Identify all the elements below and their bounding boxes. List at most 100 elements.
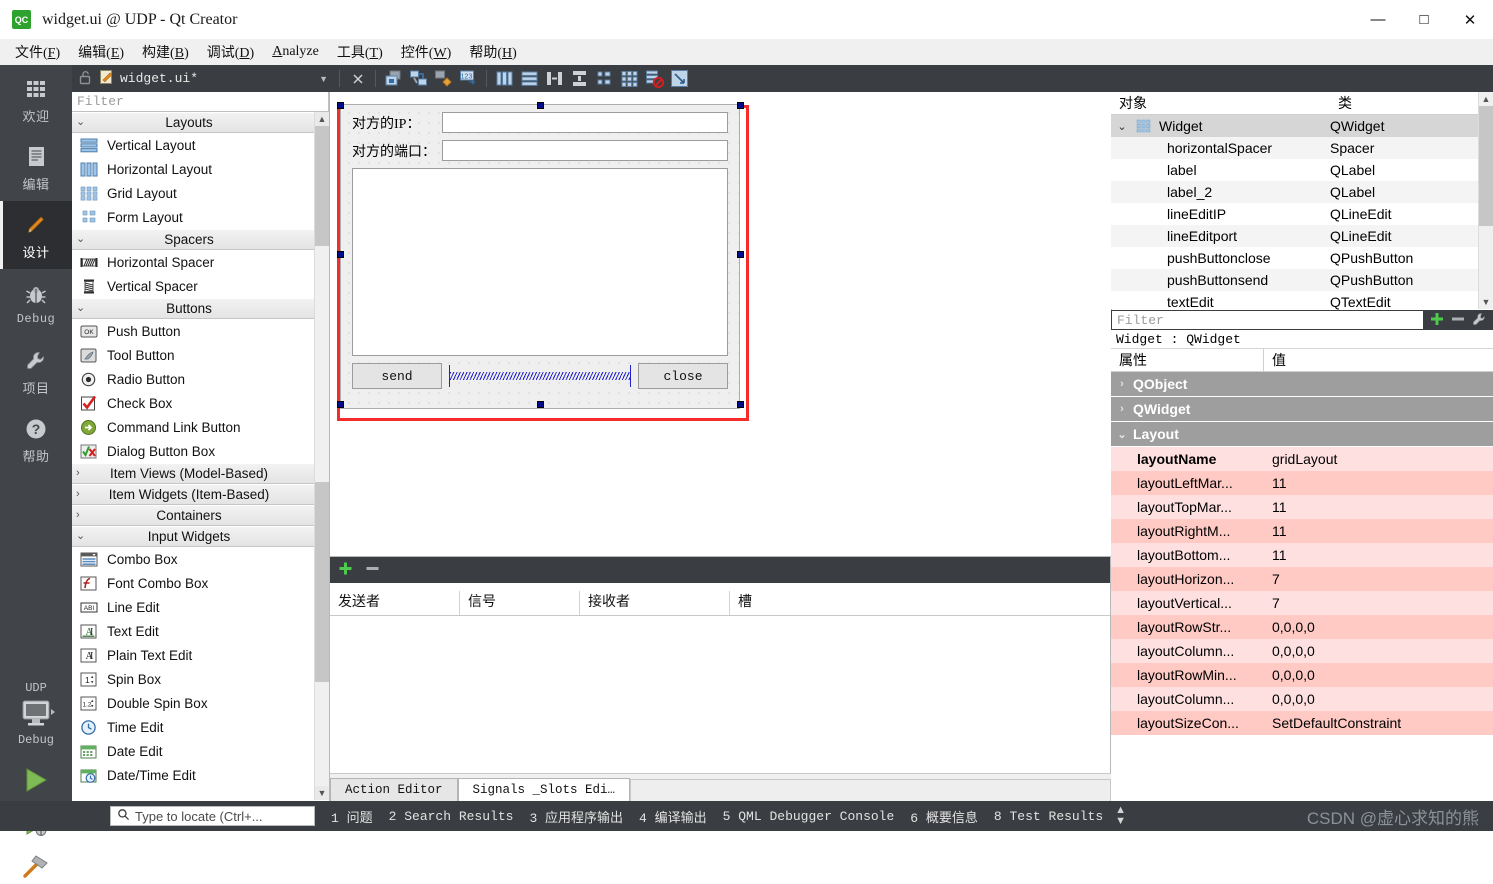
widget-item-line-edit[interactable]: ABI Line Edit [72,595,316,619]
object-row-lineEditport[interactable]: lineEditport QLineEdit [1111,225,1493,247]
widget-item-spin-box[interactable]: 1 Spin Box [72,667,316,691]
widget-item-dialog-button-box[interactable]: Dialog Button Box [72,439,316,463]
close-button[interactable]: ✕ [1447,0,1493,39]
mode-edit[interactable]: 编辑 [0,133,72,201]
widget-item-tool-button[interactable]: Tool Button [72,343,316,367]
menu-item-1[interactable]: 编辑(E) [69,39,133,65]
property-row-layoutRowMin[interactable]: layoutRowMin... 0,0,0,0 [1111,663,1493,687]
close-button[interactable]: close [638,363,728,389]
output-pane-6[interactable]: 8 Test Results [994,809,1103,824]
property-row-layoutColumn[interactable]: layoutColumn... 0,0,0,0 [1111,687,1493,711]
property-value-cell[interactable]: 7 [1264,571,1493,587]
output-pane-stepper[interactable]: ▲ ▼ [1115,805,1126,827]
widget-category-containers[interactable]: › Containers [72,505,316,526]
ss-column-header-1[interactable]: 信号 [460,591,580,615]
output-pane-4[interactable]: 5 QML Debugger Console [723,809,895,824]
bottom-tab-1[interactable]: Signals _Slots Edi… [457,778,631,801]
widget-item-radio-button[interactable]: Radio Button [72,367,316,391]
property-value-cell[interactable]: 0,0,0,0 [1264,619,1493,635]
widget-item-vertical-spacer[interactable]: Vertical Spacer [72,274,316,298]
property-row-layoutRowStr[interactable]: layoutRowStr... 0,0,0,0 [1111,615,1493,639]
object-row-label[interactable]: label QLabel [1111,159,1493,181]
object-row-label_2[interactable]: label_2 QLabel [1111,181,1493,203]
output-pane-1[interactable]: 2 Search Results [389,809,514,824]
scroll-thumb-lower[interactable] [315,482,329,682]
menu-item-7[interactable]: 帮助(H) [460,39,525,65]
maximize-button[interactable]: □ [1401,0,1447,39]
close-icon[interactable] [347,68,368,89]
property-value-cell[interactable]: 11 [1264,475,1493,491]
property-row-layoutColumn[interactable]: layoutColumn... 0,0,0,0 [1111,639,1493,663]
menu-item-2[interactable]: 构建(B) [133,39,198,65]
widget-item-push-button[interactable]: OK Push Button [72,319,316,343]
property-row-layoutTopMar[interactable]: layoutTopMar... 11 [1111,495,1493,519]
edit-signals-slots-icon[interactable] [408,68,429,89]
ss-column-header-3[interactable]: 槽 [730,591,1110,615]
mode-help[interactable]: ? 帮助 [0,405,72,473]
resize-handle-top-right[interactable] [737,102,744,109]
menu-item-4[interactable]: Analyze [263,41,328,63]
mode-debug[interactable]: Debug [0,269,72,337]
layout-vertically-icon[interactable] [519,68,540,89]
layout-splitter-h-icon[interactable] [544,68,565,89]
scroll-down-icon[interactable]: ▼ [315,786,329,800]
property-value-cell[interactable]: 0,0,0,0 [1264,667,1493,683]
widget-item-double-spin-box[interactable]: 1.2 Double Spin Box [72,691,316,715]
widget-item-time-edit[interactable]: Time Edit [72,715,316,739]
bottom-tab-0[interactable]: Action Editor [330,778,458,801]
adjust-size-icon[interactable] [669,68,690,89]
resize-handle-bottom-center[interactable] [537,401,544,408]
scroll-down-icon[interactable]: ▼ [1479,295,1493,309]
object-row-horizontalSpacer[interactable]: horizontalSpacer Spacer [1111,137,1493,159]
widget-category-item-widgets-item-based[interactable]: › Item Widgets (Item-Based) [72,484,316,505]
plus-icon[interactable] [338,561,353,579]
output-pane-2[interactable]: 3 应用程序输出 [529,807,623,826]
output-pane-3[interactable]: 4 编译输出 [639,807,707,826]
mode-projects[interactable]: 项目 [0,337,72,405]
property-value-cell[interactable]: 0,0,0,0 [1264,691,1493,707]
widget-item-combo-box[interactable]: Combo Box [72,547,316,571]
widget-item-check-box[interactable]: Check Box [72,391,316,415]
widget-item-grid-layout[interactable]: Grid Layout [72,181,316,205]
build-button[interactable] [20,851,52,884]
property-row-layoutBottom[interactable]: layoutBottom... 11 [1111,543,1493,567]
line-edit-port[interactable] [442,140,728,161]
minimize-button[interactable]: — [1355,0,1401,39]
chevron-down-icon[interactable]: ⌄ [1111,120,1133,133]
layout-splitter-v-icon[interactable] [569,68,590,89]
layout-grid-icon[interactable] [619,68,640,89]
signals-slots-rows[interactable] [330,616,1110,776]
edit-buddies-icon[interactable] [433,68,454,89]
widget-category-buttons[interactable]: ⌄ Buttons [72,298,316,319]
layout-form-icon[interactable] [594,68,615,89]
scroll-thumb[interactable] [1479,106,1493,226]
edit-widgets-icon[interactable] [383,68,404,89]
property-row-layoutRightM[interactable]: layoutRightM... 11 [1111,519,1493,543]
widget-box-scrollbar[interactable]: ▲ ▼ [314,112,329,800]
object-row-lineEditIP[interactable]: lineEditIP QLineEdit [1111,203,1493,225]
object-inspector-scrollbar[interactable]: ▲ ▼ [1478,92,1493,309]
property-group-layout[interactable]: ⌄ Layout [1111,422,1493,447]
unlocked-icon[interactable] [78,70,92,88]
send-button[interactable]: send [352,363,442,389]
minus-icon[interactable] [1451,312,1465,329]
property-value-cell[interactable]: 0,0,0,0 [1264,643,1493,659]
output-pane-0[interactable]: 1 问题 [331,807,373,826]
property-value-cell[interactable]: 7 [1264,595,1493,611]
widget-item-date-time-edit[interactable]: Date/Time Edit [72,763,316,787]
widget-category-item-views-model-based[interactable]: › Item Views (Model-Based) [72,463,316,484]
widget-box-filter[interactable]: Filter [72,92,329,112]
layout-horizontally-icon[interactable] [494,68,515,89]
widget-item-plain-text-edit[interactable]: A I Plain Text Edit [72,643,316,667]
widget-category-input-widgets[interactable]: ⌄ Input Widgets [72,526,316,547]
open-documents-combo[interactable]: widget.ui* ▼ [72,65,334,92]
property-value-cell[interactable]: SetDefaultConstraint [1264,715,1493,731]
property-value-cell[interactable]: 11 [1264,499,1493,515]
widget-item-font-combo-box[interactable]: Font Combo Box [72,571,316,595]
widget-item-horizontal-layout[interactable]: Horizontal Layout [72,157,316,181]
widget-category-layouts[interactable]: ⌄ Layouts [72,112,316,133]
widget-category-spacers[interactable]: ⌄ Spacers [72,229,316,250]
scroll-up-icon[interactable]: ▲ [1479,92,1493,106]
horizontal-spacer-icon[interactable] [449,365,631,387]
plus-icon[interactable] [1430,312,1444,329]
